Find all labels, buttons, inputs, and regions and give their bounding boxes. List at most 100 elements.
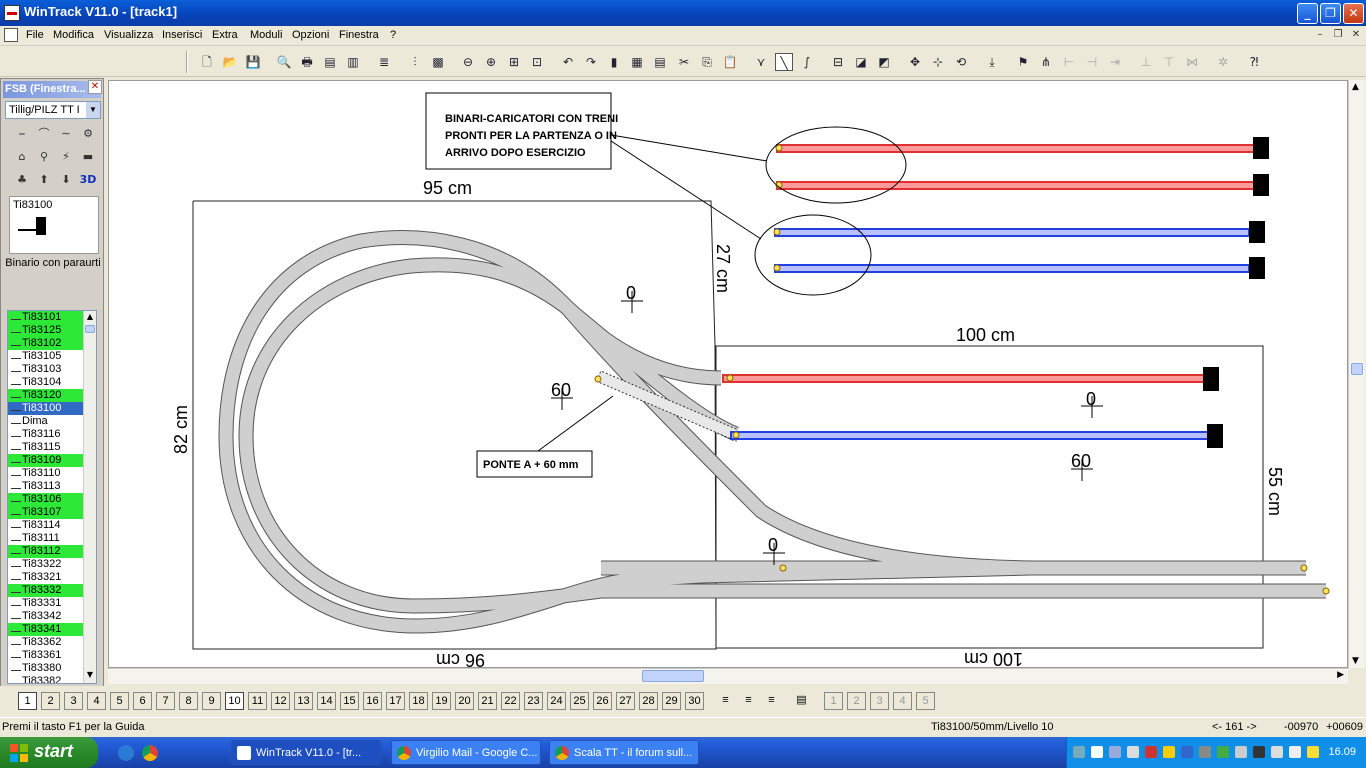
- disabled-tool-2-icon[interactable]: ⊢: [1060, 53, 1078, 71]
- maximize-button[interactable]: ❐: [1320, 3, 1341, 24]
- adjust-icon[interactable]: ⫶: [406, 53, 424, 71]
- context-help-icon[interactable]: ⁈: [1245, 53, 1263, 71]
- layer-button-25[interactable]: 25: [570, 692, 589, 710]
- layer-button-13[interactable]: 13: [294, 692, 313, 710]
- rotate-center-icon[interactable]: ⊹: [929, 53, 947, 71]
- document-icon[interactable]: [4, 28, 18, 42]
- layers-stack-icon[interactable]: ≡: [716, 692, 735, 710]
- redo-icon[interactable]: ↷: [582, 53, 600, 71]
- scroll-up-icon[interactable]: ▲: [85, 312, 95, 324]
- part-list-scrollbar[interactable]: ▲ ▼: [83, 311, 96, 683]
- layer-button-26[interactable]: 26: [593, 692, 612, 710]
- volume-icon[interactable]: [1271, 746, 1283, 758]
- extra-layer-button-3[interactable]: 3: [870, 692, 889, 710]
- zoom-in-icon[interactable]: ⊕: [482, 53, 500, 71]
- connect-icon[interactable]: ⚑: [1014, 53, 1032, 71]
- parts-list-icon[interactable]: ▥: [344, 53, 362, 71]
- layer-button-27[interactable]: 27: [616, 692, 635, 710]
- close-button[interactable]: ✕: [1343, 3, 1364, 24]
- settings-disabled-icon[interactable]: ✲: [1214, 53, 1232, 71]
- disabled-tool-6-icon[interactable]: ⊤: [1160, 53, 1178, 71]
- tray-icon-11[interactable]: [1253, 746, 1265, 758]
- layer-button-16[interactable]: 16: [363, 692, 382, 710]
- save-icon[interactable]: 💾: [244, 53, 262, 71]
- layer-button-19[interactable]: 19: [432, 692, 451, 710]
- zoom-out-icon[interactable]: ⊖: [459, 53, 477, 71]
- layer-button-1[interactable]: 1: [18, 692, 37, 710]
- print-setup-icon[interactable]: ▤: [321, 53, 339, 71]
- layer-button-9[interactable]: 9: [202, 692, 221, 710]
- layer-button-3[interactable]: 3: [64, 692, 83, 710]
- canvas-vertical-scrollbar[interactable]: ▲ ▼: [1348, 80, 1365, 668]
- menu-opzioni[interactable]: Opzioni: [292, 29, 329, 41]
- layer-button-22[interactable]: 22: [501, 692, 520, 710]
- layer-button-20[interactable]: 20: [455, 692, 474, 710]
- book-icon[interactable]: ▮: [605, 53, 623, 71]
- start-button[interactable]: start: [0, 737, 98, 768]
- signal-icon[interactable]: ⚲: [35, 148, 53, 166]
- layer-button-24[interactable]: 24: [547, 692, 566, 710]
- layer-button-12[interactable]: 12: [271, 692, 290, 710]
- table-icon[interactable]: ▤: [651, 53, 669, 71]
- layer-button-10[interactable]: 10: [225, 692, 244, 710]
- red-layers-icon[interactable]: ◩: [875, 53, 893, 71]
- layer-button-11[interactable]: 11: [248, 692, 267, 710]
- extra-layer-button-5[interactable]: 5: [916, 692, 935, 710]
- tray-icon-10[interactable]: [1235, 746, 1247, 758]
- horizontal-scroll-thumb[interactable]: [642, 670, 704, 682]
- disabled-tool-4-icon[interactable]: ⇥: [1106, 53, 1124, 71]
- layer-button-4[interactable]: 4: [87, 692, 106, 710]
- canvas-horizontal-scrollbar[interactable]: ▶: [108, 668, 1348, 684]
- print-icon[interactable]: 🖶: [298, 53, 316, 71]
- disabled-tool-5-icon[interactable]: ⊥: [1137, 53, 1155, 71]
- security-shield-icon[interactable]: [1163, 746, 1175, 758]
- loco-icon[interactable]: ▬: [79, 148, 97, 166]
- layer-button-8[interactable]: 8: [179, 692, 198, 710]
- zoom-all-icon[interactable]: ⊡: [528, 53, 546, 71]
- scroll-up-icon[interactable]: ▲: [1352, 82, 1359, 92]
- menu-modifica[interactable]: Modifica: [53, 29, 94, 41]
- undo-icon[interactable]: ↶: [559, 53, 577, 71]
- layer-button-18[interactable]: 18: [409, 692, 428, 710]
- layers-disabled-icon[interactable]: ≡: [762, 692, 781, 710]
- straight-track-tool-icon[interactable]: ╲: [775, 53, 793, 71]
- tray-icon-1[interactable]: [1073, 746, 1085, 758]
- mdi-minimize-icon[interactable]: –: [1313, 28, 1327, 42]
- track-plan[interactable]: BINARI-CARICATORI CON TRENI PRONTI PER L…: [109, 81, 1348, 668]
- lower-icon[interactable]: ⬇: [57, 171, 75, 189]
- layer-button-30[interactable]: 30: [685, 692, 704, 710]
- tray-icon-14[interactable]: [1307, 746, 1319, 758]
- layers-red-icon[interactable]: ≡: [739, 692, 758, 710]
- minimize-button[interactable]: _: [1297, 3, 1318, 24]
- manufacturer-select[interactable]: Tillig/PILZ TT I ▼: [5, 101, 101, 119]
- menu-visualizza[interactable]: Visualizza: [104, 29, 153, 41]
- tray-icon-13[interactable]: [1289, 746, 1301, 758]
- part-list-scroll-thumb[interactable]: [85, 325, 95, 333]
- copy-icon[interactable]: ⎘: [698, 53, 716, 71]
- disabled-tool-7-icon[interactable]: ⋈: [1183, 53, 1201, 71]
- menu-inserisci[interactable]: Inserisci: [162, 29, 202, 41]
- antivirus-icon[interactable]: [1145, 746, 1157, 758]
- extra-layer-button-2[interactable]: 2: [847, 692, 866, 710]
- layer-button-2[interactable]: 2: [41, 692, 60, 710]
- chrome-icon[interactable]: [142, 745, 158, 761]
- network-icon[interactable]: [1109, 746, 1121, 758]
- landscape-icon[interactable]: ▩: [429, 53, 447, 71]
- layer-button-28[interactable]: 28: [639, 692, 658, 710]
- tray-icon-4[interactable]: [1127, 746, 1139, 758]
- tray-icon-9[interactable]: [1217, 746, 1229, 758]
- internet-explorer-icon[interactable]: [118, 745, 134, 761]
- scroll-down-icon[interactable]: ▼: [85, 670, 95, 682]
- new-file-icon[interactable]: 🗋: [198, 53, 216, 71]
- open-folder-icon[interactable]: 📂: [221, 53, 239, 71]
- menu-file[interactable]: File: [26, 29, 44, 41]
- turnout-tool-icon[interactable]: ⋎: [752, 53, 770, 71]
- scroll-right-icon[interactable]: ▶: [1337, 670, 1344, 680]
- paste-icon[interactable]: 📋: [721, 53, 739, 71]
- part-list[interactable]: Ti83101 Ti83125 Ti83102 Ti83105 Ti83103 Ti831…: [7, 310, 97, 684]
- bluetooth-icon[interactable]: [1181, 746, 1193, 758]
- bridge-icon[interactable]: ⊟: [829, 53, 847, 71]
- layer-button-21[interactable]: 21: [478, 692, 497, 710]
- red-blocks-icon[interactable]: ◪: [852, 53, 870, 71]
- task-virgilio-mail[interactable]: Virgilio Mail - Google C...: [391, 740, 541, 765]
